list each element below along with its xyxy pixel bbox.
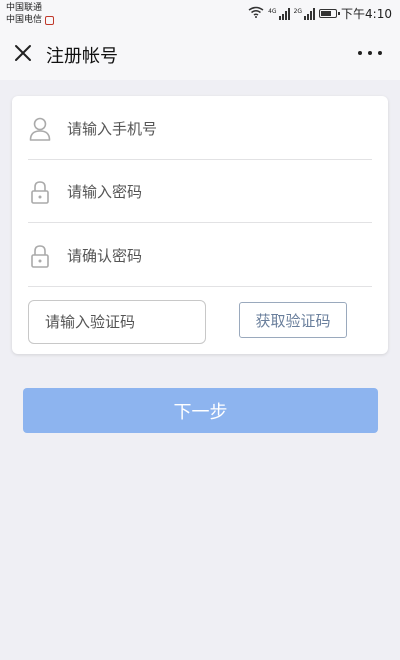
- network-type-2: 2G: [293, 7, 303, 15]
- network-type-1: 4G: [268, 7, 277, 15]
- register-form-card: 获取验证码: [12, 96, 388, 354]
- user-icon: [28, 117, 52, 141]
- confirm-password-field-row: [28, 225, 372, 287]
- signal-icon-1: 4G: [268, 7, 290, 20]
- password-field-row: [28, 161, 372, 223]
- more-button[interactable]: [358, 42, 382, 64]
- status-icons: 4G 2G 下午4:10: [248, 5, 392, 22]
- lock-icon: [28, 244, 52, 268]
- next-step-button[interactable]: 下一步: [23, 388, 378, 433]
- carrier-badge-icon: [45, 15, 55, 25]
- phone-input[interactable]: [67, 119, 347, 138]
- signal-icon-2: 2G: [293, 7, 316, 20]
- title-bar: 注册帐号: [0, 28, 400, 80]
- carrier-info: 中国联通 中国电信: [6, 2, 55, 26]
- get-code-button[interactable]: 获取验证码: [239, 302, 347, 338]
- close-button[interactable]: [10, 40, 36, 66]
- confirm-password-input[interactable]: [67, 246, 347, 265]
- status-bar: 中国联通 中国电信 4G 2G 下午4:10: [0, 0, 400, 28]
- carrier-name-2: 中国电信: [6, 15, 43, 25]
- phone-field-row: [28, 98, 372, 160]
- clock: 下午4:10: [341, 7, 392, 21]
- battery-icon: [319, 9, 341, 18]
- lock-icon: [28, 180, 52, 204]
- carrier-name-1: 中国联通: [6, 3, 43, 13]
- more-icon: [358, 51, 362, 55]
- close-icon: [15, 45, 31, 61]
- verification-code-input[interactable]: [28, 300, 206, 344]
- battery-level: [321, 11, 332, 16]
- wifi-icon: [248, 6, 264, 21]
- page-title: 注册帐号: [46, 46, 118, 67]
- password-input[interactable]: [67, 182, 347, 201]
